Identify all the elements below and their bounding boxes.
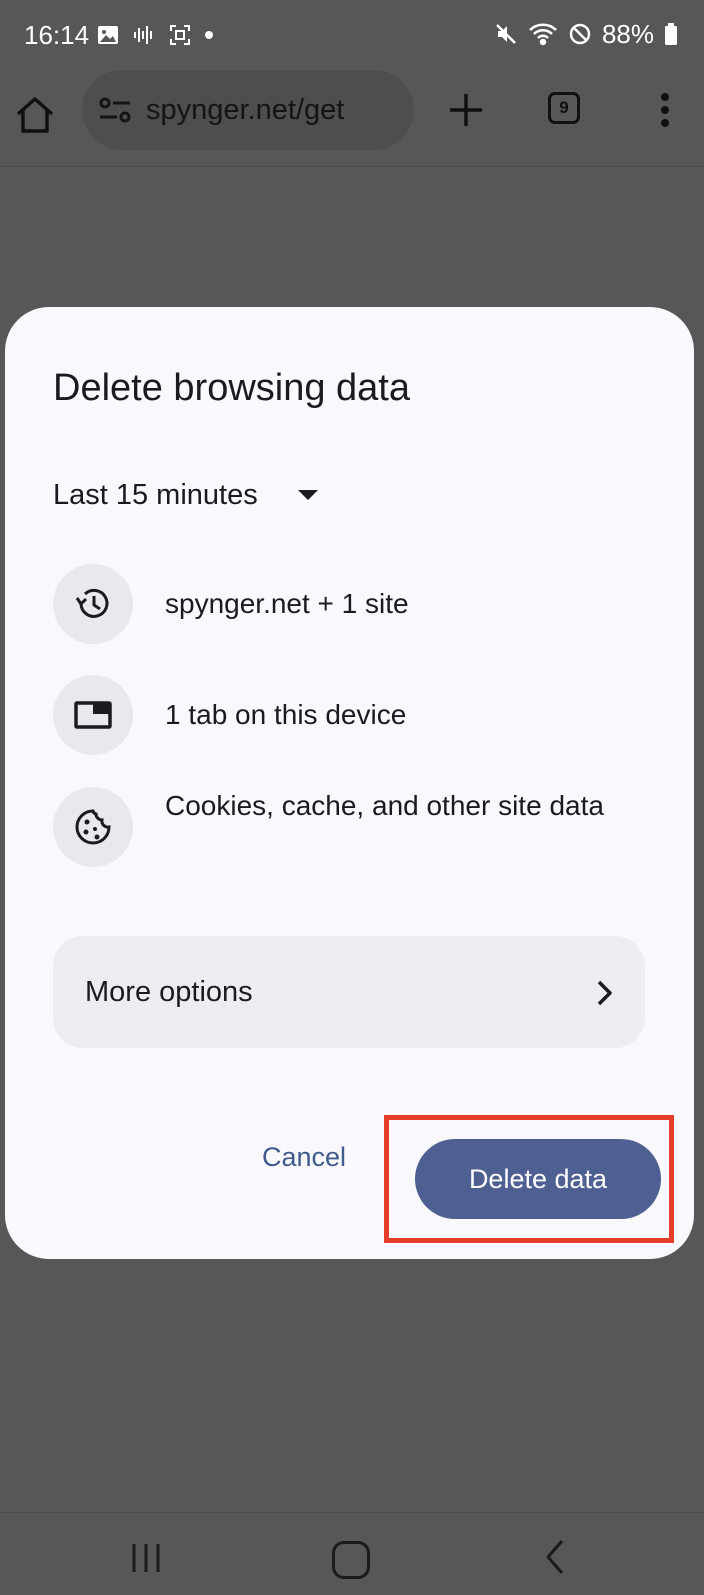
tab-switcher-button[interactable]: 9 [548,92,580,124]
history-text: spynger.net + 1 site [165,588,409,619]
status-left-icons [96,20,214,50]
recent-apps-icon[interactable] [128,1541,164,1575]
more-options-label: More options [85,976,253,1008]
dialog-title: Delete browsing data [53,367,410,409]
list-item-tabs: 1 tab on this device [53,675,653,755]
battery-percent: 88% [601,18,654,49]
cookie-icon [53,787,133,867]
list-item-cookies: Cookies, cache, and other site data [53,787,653,867]
url-text[interactable]: spynger.net/get [146,92,406,128]
cancel-button[interactable]: Cancel [239,1127,369,1187]
history-icon [53,564,133,644]
voice-icon [134,26,152,44]
status-right: 88% [494,18,678,50]
list-item-history: spynger.net + 1 site [53,564,653,644]
back-icon[interactable] [540,1537,570,1577]
status-time: 16:14 [24,20,90,50]
screenshot-icon [170,25,190,45]
system-nav-bar [0,1512,704,1595]
dot-icon [205,31,213,39]
chevron-right-icon [597,980,612,1006]
browser-toolbar: spynger.net/get 9 [0,70,704,167]
home-nav-icon[interactable] [332,1541,370,1579]
time-range-dropdown[interactable]: Last 15 minutes [53,475,318,515]
address-bar[interactable]: spynger.net/get [82,70,414,150]
dropdown-caret-icon [297,490,318,500]
image-icon [98,26,118,44]
no-disturb-icon [569,23,591,45]
more-options-button[interactable]: More options [53,936,645,1048]
home-icon[interactable] [12,92,58,138]
tabs-text: 1 tab on this device [165,699,407,730]
status-bar: 16:14 88% [0,0,704,70]
battery-icon [665,23,677,45]
site-settings-icon[interactable] [98,96,132,124]
tab-icon [53,675,133,755]
time-range-label: Last 15 minutes [53,478,258,511]
plus-icon[interactable] [446,90,486,130]
mute-icon [496,24,516,44]
wifi-icon [529,23,557,46]
cookies-text: Cookies, cache, and other site data [165,790,604,821]
delete-browsing-data-dialog: Delete browsing data Last 15 minutes spy… [5,307,694,1259]
more-vert-icon[interactable] [650,90,680,130]
delete-data-button[interactable]: Delete data [415,1139,661,1219]
